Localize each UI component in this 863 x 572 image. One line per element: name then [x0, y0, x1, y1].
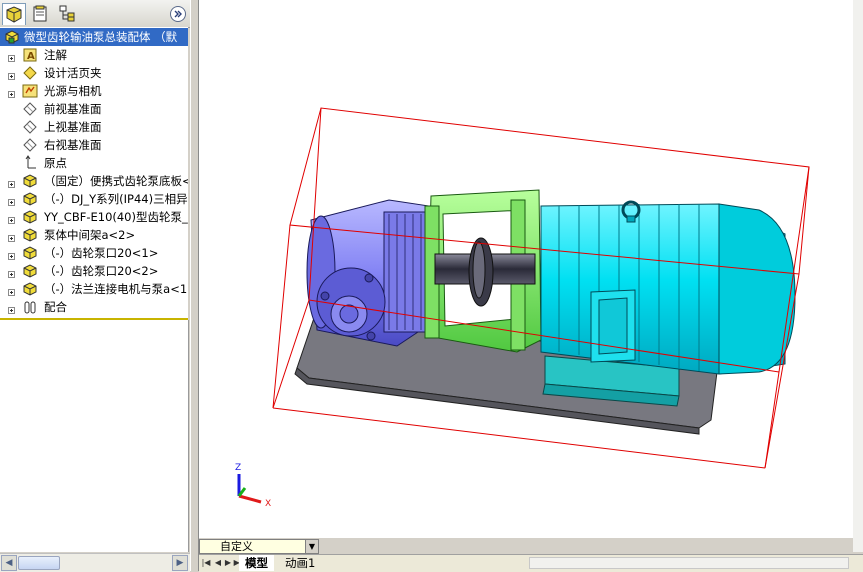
tree-item[interactable]: 右视基准面: [0, 136, 188, 154]
annotation-icon: A: [22, 47, 38, 63]
plane-icon: [22, 137, 38, 153]
electric-motor[interactable]: [540, 200, 796, 375]
tree-item[interactable]: （固定）便携式齿轮泵底板<: [0, 172, 188, 190]
tree-item[interactable]: A 注解: [0, 46, 188, 64]
expand-plus-icon[interactable]: [8, 249, 15, 260]
tree-item[interactable]: 配合: [0, 298, 188, 316]
part-icon: [22, 191, 38, 207]
tree-item-label: 设计活页夹: [44, 66, 102, 80]
tree-item-label: 注解: [44, 48, 67, 62]
configuration-manager-icon: [59, 5, 75, 22]
part-icon: [22, 263, 38, 279]
tree-item[interactable]: 泵体中间架a<2>: [0, 226, 188, 244]
part-icon: [22, 281, 38, 297]
expand-plus-icon[interactable]: [8, 87, 15, 98]
mates-icon: [22, 299, 38, 315]
triad-z-label: Z: [235, 463, 241, 473]
tree-item[interactable]: 上视基准面: [0, 118, 188, 136]
assembly-icon: [4, 29, 20, 45]
tree-item[interactable]: 前视基准面: [0, 100, 188, 118]
reference-triad: Z X: [235, 463, 271, 509]
design-binder-icon: [22, 65, 38, 81]
origin-icon: [22, 155, 38, 171]
scroll-right-icon[interactable]: ▶: [172, 555, 188, 571]
part-icon: [22, 209, 38, 225]
feature-tree-horizontal-scrollbar[interactable]: ◀ ▶: [0, 553, 190, 572]
scroll-left-icon[interactable]: ◀: [1, 555, 17, 571]
configuration-manager-tab[interactable]: [56, 3, 78, 24]
graphics-area[interactable]: Z X: [199, 0, 863, 538]
tree-item-label: （-）齿轮泵口20<1>: [44, 246, 159, 260]
first-tab-icon[interactable]: |◀: [201, 557, 211, 569]
tree-item[interactable]: （-）齿轮泵口20<1>: [0, 244, 188, 262]
expand-plus-icon[interactable]: [8, 285, 15, 296]
tree-item-label: 上视基准面: [44, 120, 102, 134]
feature-manager-icon: [6, 6, 22, 23]
part-icon: [22, 227, 38, 243]
tree-item[interactable]: 原点: [0, 154, 188, 172]
plane-icon: [22, 119, 38, 135]
feature-tree: 微型齿轮输油泵总装配体 （默 A 注解设计活页夹光源与相机前视基准面上视基准面右视基…: [0, 27, 188, 320]
tree-item[interactable]: YY_CBF-E10(40)型齿轮泵_C: [0, 208, 188, 226]
feature-manager-tab[interactable]: [2, 3, 26, 25]
tree-item-label: （-）DJ_Y系列(IP44)三相异: [44, 192, 188, 206]
bottom-tab-bar: |◀ ◀ ▶ ▶| 模型 动画1: [199, 554, 863, 572]
tree-item-label: （固定）便携式齿轮泵底板<: [44, 174, 188, 188]
tab-bar-scrollbar[interactable]: [529, 557, 849, 569]
graphics-vertical-scrollbar[interactable]: [853, 0, 863, 552]
tree-item[interactable]: 光源与相机: [0, 82, 188, 100]
expand-plus-icon[interactable]: [8, 69, 15, 80]
expand-plus-icon[interactable]: [8, 177, 15, 188]
tree-item[interactable]: 设计活页夹: [0, 64, 188, 82]
tree-item[interactable]: （-）DJ_Y系列(IP44)三相异: [0, 190, 188, 208]
tree-item-label: 配合: [44, 300, 67, 314]
tree-item-label: 泵体中间架a<2>: [44, 228, 136, 242]
expand-plus-icon[interactable]: [8, 213, 15, 224]
next-tab-icon[interactable]: ▶: [223, 557, 233, 569]
plane-icon: [22, 101, 38, 117]
feature-manager-pane: 微型齿轮输油泵总装配体 （默 A 注解设计活页夹光源与相机前视基准面上视基准面右视基…: [0, 0, 190, 572]
assembly-model-view[interactable]: Z X: [199, 0, 863, 538]
svg-text:A: A: [27, 51, 35, 62]
expand-plus-icon[interactable]: [8, 303, 15, 314]
view-toolbar: 自定义 ▼: [199, 538, 853, 554]
expand-plus-icon[interactable]: [8, 51, 15, 62]
tree-item-label: 前视基准面: [44, 102, 102, 116]
triad-x-label: X: [265, 499, 271, 509]
expand-plus-icon[interactable]: [8, 195, 15, 206]
tree-item-label: （-）法兰连接电机与泵a<1>: [44, 282, 188, 296]
tree-item[interactable]: （-）齿轮泵口20<2>: [0, 262, 188, 280]
property-manager-tab[interactable]: [29, 3, 51, 24]
tree-item-label: （-）齿轮泵口20<2>: [44, 264, 159, 278]
manager-tab-strip: [0, 0, 190, 28]
lights-cameras-icon: [22, 83, 38, 99]
tree-item-label: 右视基准面: [44, 138, 102, 152]
dropdown-arrow-icon[interactable]: ▼: [305, 540, 318, 553]
bottom-tab-motion-study[interactable]: 动画1: [279, 555, 321, 571]
part-icon: [22, 245, 38, 261]
gear-pump[interactable]: [306, 199, 434, 347]
prev-tab-icon[interactable]: ◀: [213, 557, 223, 569]
tree-item-label: 微型齿轮输油泵总装配体 （默: [24, 30, 178, 44]
tree-item-label: 光源与相机: [44, 84, 102, 98]
bottom-tab-model[interactable]: 模型: [239, 555, 274, 571]
double-chevron-right-icon: [174, 10, 182, 18]
scroll-thumb[interactable]: [18, 556, 60, 570]
expand-plus-icon[interactable]: [8, 267, 15, 278]
view-orientation-value: 自定义: [220, 540, 253, 553]
tree-item-label: 原点: [44, 156, 67, 170]
feature-manager-lower-pane: [0, 320, 189, 552]
part-icon: [22, 173, 38, 189]
view-orientation-select[interactable]: 自定义 ▼: [199, 539, 319, 554]
expand-plus-icon[interactable]: [8, 231, 15, 242]
tree-item-label: YY_CBF-E10(40)型齿轮泵_C: [44, 210, 188, 224]
tree-root-assembly[interactable]: 微型齿轮输油泵总装配体 （默: [0, 28, 188, 46]
tree-item[interactable]: （-）法兰连接电机与泵a<1>: [0, 280, 188, 298]
property-manager-icon: [33, 5, 47, 22]
expand-pane-button[interactable]: [170, 6, 186, 22]
pane-splitter[interactable]: [190, 0, 199, 571]
